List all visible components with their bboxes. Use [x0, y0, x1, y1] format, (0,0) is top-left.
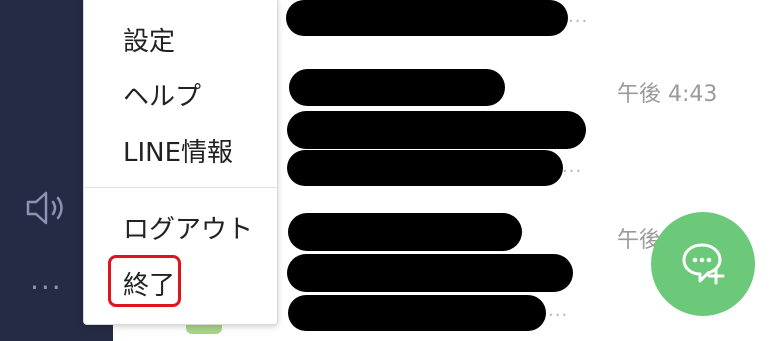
- redacted-text: [286, 0, 568, 36]
- ellipsis: ...: [562, 156, 583, 177]
- redacted-text: [287, 150, 563, 186]
- redacted-text: [287, 111, 586, 149]
- menu-item-help[interactable]: ヘルプ: [123, 76, 201, 113]
- menu-item-line-info[interactable]: LINE情報: [123, 132, 233, 169]
- ellipsis: ...: [548, 300, 569, 321]
- new-chat-button[interactable]: [651, 212, 755, 316]
- menu-item-logout[interactable]: ログアウト: [123, 209, 253, 246]
- highlight-box: [108, 255, 181, 307]
- redacted-text: [288, 213, 522, 251]
- speaker-icon[interactable]: [24, 188, 70, 228]
- redacted-text: [287, 254, 573, 292]
- new-chat-icon: [678, 239, 728, 289]
- more-button[interactable]: ...: [30, 266, 63, 294]
- ellipsis: ...: [568, 6, 589, 27]
- redacted-text: [289, 69, 505, 106]
- menu-divider: [84, 187, 277, 188]
- menu-item-settings[interactable]: 設定: [123, 21, 175, 58]
- timestamp: 午後 4:43: [617, 82, 718, 107]
- redacted-text: [288, 295, 546, 331]
